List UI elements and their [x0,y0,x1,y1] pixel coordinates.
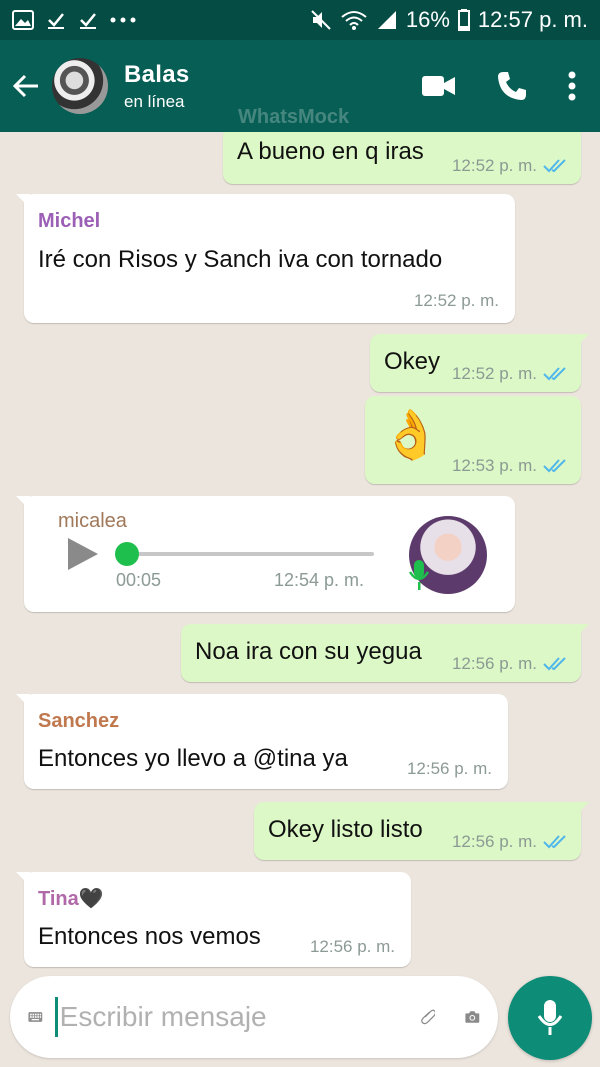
read-ticks-icon [543,657,566,671]
message-outgoing[interactable]: Okey 12:52 p. m. [370,334,589,392]
back-button[interactable] [0,40,52,132]
bubble-tail [16,694,30,708]
message-meta: 12:52 p. m. [414,291,499,311]
image-icon [12,10,34,30]
read-ticks-icon [543,367,566,381]
camera-icon[interactable] [465,1002,480,1032]
bubble-tail [575,624,589,638]
bubble-tail [16,194,30,208]
bubble-tail [575,334,589,348]
message-sender: micalea [58,510,127,532]
read-ticks-icon [543,159,566,173]
message-outgoing[interactable]: Okey listo listo 12:56 p. m. [254,802,589,860]
message-time: 12:56 p. m. [309,937,395,956]
contact-name: Balas [124,60,190,88]
contact-avatar[interactable] [52,58,108,114]
chat-area[interactable]: A bueno en q iras 12:52 p. m. Michel Iré… [0,132,600,972]
message-meta: 12:56 p. m. [310,937,395,957]
voice-message[interactable]: micalea 00:05 12:54 p. m. [16,496,515,612]
message-time: 12:52 p. m. [451,364,537,383]
attach-icon[interactable] [420,997,436,1037]
voice-progress-knob[interactable] [115,542,139,566]
message-text: Iré con Risos y Sanch iva con tornado [38,246,443,273]
message-sender: Tina🖤 [38,888,104,910]
bubble-tail [16,872,30,886]
message-time: 12:56 p. m. [451,654,537,673]
message-sender: Sanchez [38,710,120,732]
read-ticks-icon [543,835,566,849]
message-meta: 12:56 p. m. [452,832,569,852]
battery-percent: 16% [405,7,450,32]
message-meta: 12:52 p. m. [452,364,569,384]
more-options-icon[interactable] [568,71,576,101]
message-text: Entonces nos vemos [38,923,261,950]
message-time: 12:53 p. m. [451,456,537,475]
clock: 12:57 p. m. [477,7,588,32]
message-sender: Michel [38,210,101,232]
status-bar: 16% 12:57 p. m. [0,0,600,40]
message-time: 12:56 p. m. [451,832,537,851]
message-meta: 12:56 p. m. [452,654,569,674]
mic-icon [408,560,430,590]
message-text: Noa ira con su yegua [195,638,422,665]
message-time: 12:56 p. m. [406,759,492,778]
wifi-icon [341,11,367,30]
bubble-tail [575,802,589,816]
download-done-icon-2 [80,13,96,29]
message-meta: 12:56 p. m. [407,759,492,779]
mute-icon [311,10,331,30]
message-text: A bueno en q iras [237,138,424,165]
message-emoji: 👌 [381,409,441,462]
message-outgoing[interactable]: Noa ira con su yegua 12:56 p. m. [181,624,589,682]
message-meta: 12:53 p. m. [452,456,569,476]
header-actions [422,70,600,102]
keyboard-icon[interactable] [28,1004,43,1030]
message-outgoing[interactable]: A bueno en q iras 12:52 p. m. [223,132,581,184]
message-text: Okey [384,348,441,375]
read-ticks-icon [543,459,566,473]
battery-icon [457,9,470,31]
message-text: Okey listo listo [268,816,423,843]
download-done-icon [48,13,64,29]
message-time: 12:52 p. m. [451,156,537,175]
status-notifications [12,10,136,30]
voice-call-icon[interactable] [496,70,528,102]
arrow-back-icon [12,74,38,98]
message-incoming[interactable]: Tina🖤 Entonces nos vemos 12:56 p. m. [16,872,411,967]
watermark: WhatsMock [238,106,350,128]
record-voice-button[interactable] [508,976,592,1060]
voice-duration: 00:05 [116,570,162,590]
message-composer [10,976,498,1058]
voice-progress-track[interactable] [124,552,374,556]
play-icon[interactable] [66,536,100,572]
signal-icon [377,11,396,29]
message-input[interactable] [54,997,421,1037]
mic-icon [537,1000,563,1035]
bubble-tail [16,496,30,510]
message-meta: 12:52 p. m. [452,156,569,176]
message-text: Entonces yo llevo a @tina ya [38,745,348,772]
message-time: 12:54 p. m. [274,570,365,590]
status-system: 16% 12:57 p. m. [310,7,588,33]
message-time: 12:52 p. m. [413,291,499,310]
message-incoming[interactable]: Sanchez Entonces yo llevo a @tina ya 12:… [16,694,508,789]
more-notifications-icon [110,17,136,23]
video-call-icon[interactable] [422,75,456,97]
contact-status: en línea [124,91,185,111]
message-outgoing-emoji[interactable]: 👌 12:53 p. m. [365,396,581,484]
contact-info[interactable]: Balas en línea [124,61,190,112]
message-incoming[interactable]: Michel Iré con Risos y Sanch iva con tor… [16,194,515,323]
